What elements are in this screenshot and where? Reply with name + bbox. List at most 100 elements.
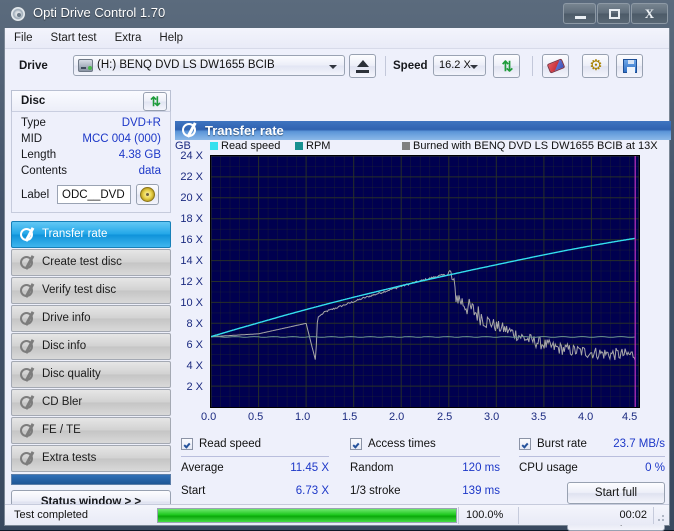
disc-refresh-button[interactable]: ⇅ — [143, 92, 167, 111]
resize-grip-icon[interactable] — [655, 512, 665, 522]
disc-info-panel: Type DVD+R MID MCC 004 (000) Length 4.38… — [11, 112, 171, 213]
sidebar-item-disc-info[interactable]: Disc info — [11, 333, 171, 360]
chart-legend: Read speed RPM Burned with BENQ DVD LS D… — [175, 140, 671, 154]
disc-row-mid: MID MCC 004 (000) — [12, 132, 170, 148]
toolbar-divider — [385, 56, 386, 76]
start-full-label: Start full — [594, 487, 638, 499]
stat-key: CPU usage — [519, 462, 578, 474]
window-title: Opti Drive Control 1.70 — [33, 5, 166, 20]
disc-type-value: DVD+R — [121, 117, 161, 129]
disc-mid-value: MCC 004 (000) — [82, 133, 161, 145]
save-button[interactable] — [616, 54, 643, 78]
y-tick-label: 8 X — [186, 318, 203, 330]
disc-length-key: Length — [21, 149, 57, 161]
x-tick-label: 1.5 — [342, 411, 358, 423]
status-message: Test completed — [14, 509, 88, 521]
y-tick-label: 24 X — [180, 150, 203, 162]
sidebar-item-disc-quality[interactable]: Disc quality — [11, 361, 171, 388]
legend-burned-with: Burned with BENQ DVD LS DW1655 BCIB at 1… — [402, 140, 658, 152]
sidebar-item-drive-info[interactable]: Drive info — [11, 305, 171, 332]
progress-percent: 100.0% — [466, 509, 504, 521]
legend-rpm: RPM — [295, 140, 330, 152]
burst-rate-value: 23.7 MB/s — [613, 438, 665, 450]
minimize-button[interactable] — [563, 3, 596, 24]
stat-row-cpu-usage: CPU usage 0 % — [519, 457, 665, 480]
drive-select[interactable]: (H:) BENQ DVD LS DW1655 BCIB — [73, 55, 345, 76]
speed-select[interactable]: 16.2 X — [433, 55, 486, 76]
minimize-icon — [575, 16, 586, 19]
sidebar-item-fe-te[interactable]: FE / TE — [11, 417, 171, 444]
y-tick-label: 2 X — [186, 381, 203, 393]
chart-plot-area — [210, 155, 640, 408]
close-icon: X — [644, 6, 655, 21]
legend-read-speed: Read speed — [210, 140, 280, 152]
menu-help[interactable]: Help — [150, 28, 192, 48]
disc-icon — [19, 311, 35, 327]
stat-value: 139 ms — [462, 485, 500, 497]
stat-row-start: Start 6.73 X — [181, 480, 329, 503]
y-tick-label: 20 X — [180, 192, 203, 204]
burst-rate-checkbox[interactable] — [519, 438, 531, 450]
disc-type-key: Type — [21, 117, 46, 129]
y-tick-label: 16 X — [180, 234, 203, 246]
sidebar-item-extra-tests[interactable]: Extra tests — [11, 445, 171, 472]
disc-icon — [19, 339, 35, 355]
legend-swatch-read-speed — [210, 142, 218, 150]
app-disc-icon — [10, 6, 26, 22]
x-tick-label: 0.5 — [248, 411, 264, 423]
access-times-checkbox[interactable] — [350, 438, 362, 450]
sidebar-item-transfer-rate[interactable]: Transfer rate — [11, 221, 171, 248]
refresh-button[interactable]: ⇅ — [493, 54, 520, 78]
disc-label-input[interactable] — [57, 185, 131, 204]
close-button[interactable]: X — [631, 3, 668, 24]
stat-row-random: Random 120 ms — [350, 457, 500, 480]
chart-title: Transfer rate — [205, 123, 284, 138]
sidebar-item-label: Create test disc — [42, 256, 122, 268]
drive-icon — [78, 59, 93, 72]
disc-label-button[interactable] — [136, 184, 159, 205]
eject-button[interactable] — [349, 54, 376, 78]
legend-label: Burned with BENQ DVD LS DW1655 BCIB at 1… — [413, 140, 658, 152]
burst-rate-header: Burst rate 23.7 MB/s — [519, 436, 665, 457]
sidebar-nav: Transfer rate Create test disc Verify te… — [11, 221, 171, 513]
application-window: Opti Drive Control 1.70 X File Start tes… — [0, 0, 674, 531]
disc-icon — [19, 283, 35, 299]
y-tick-label: 22 X — [180, 171, 203, 183]
sidebar-item-label: FE / TE — [42, 424, 81, 436]
legend-label: Read speed — [221, 140, 281, 152]
sidebar-item-verify-test-disc[interactable]: Verify test disc — [11, 277, 171, 304]
x-tick-label: 2.5 — [437, 411, 453, 423]
menu-file[interactable]: File — [5, 28, 42, 48]
start-full-button[interactable]: Start full — [567, 482, 665, 504]
sidebar-item-label: Disc quality — [42, 368, 101, 380]
burst-rate-header-label: Burst rate — [537, 438, 587, 450]
stat-key: Start — [181, 485, 206, 497]
x-tick-label: 4.5 — [622, 411, 638, 423]
sidebar-item-cd-bler[interactable]: CD Bler — [11, 389, 171, 416]
erase-button[interactable] — [542, 54, 569, 78]
menu-start-test[interactable]: Start test — [42, 28, 106, 48]
y-tick-label: 12 X — [180, 276, 203, 288]
maximize-button[interactable] — [597, 3, 630, 24]
disc-icon — [19, 451, 35, 467]
status-divider — [518, 507, 519, 524]
access-times-header: Access times — [350, 436, 500, 457]
menu-extra[interactable]: Extra — [106, 28, 151, 48]
series-rpm-line — [211, 336, 635, 338]
eject-icon — [357, 60, 369, 67]
read-speed-checkbox[interactable] — [181, 438, 193, 450]
left-column: Disc ⇅ Type DVD+R MID MCC 004 (000) Leng… — [11, 90, 171, 513]
series-read-speed-line — [211, 237, 636, 338]
title-bar: Opti Drive Control 1.70 X — [0, 0, 674, 28]
progress-bar — [157, 508, 457, 523]
read-speed-header-label: Read speed — [199, 438, 262, 450]
sidebar-item-label: Verify test disc — [42, 284, 117, 296]
sidebar-item-label: Transfer rate — [42, 228, 108, 240]
stat-key: 1/3 stroke — [350, 485, 401, 497]
chart-svg — [211, 156, 639, 407]
status-divider — [653, 507, 654, 524]
eraser-icon — [546, 58, 566, 74]
sidebar-item-create-test-disc[interactable]: Create test disc — [11, 249, 171, 276]
stat-value: 11.45 X — [290, 462, 329, 474]
settings-button[interactable]: ⚙ — [582, 54, 609, 78]
